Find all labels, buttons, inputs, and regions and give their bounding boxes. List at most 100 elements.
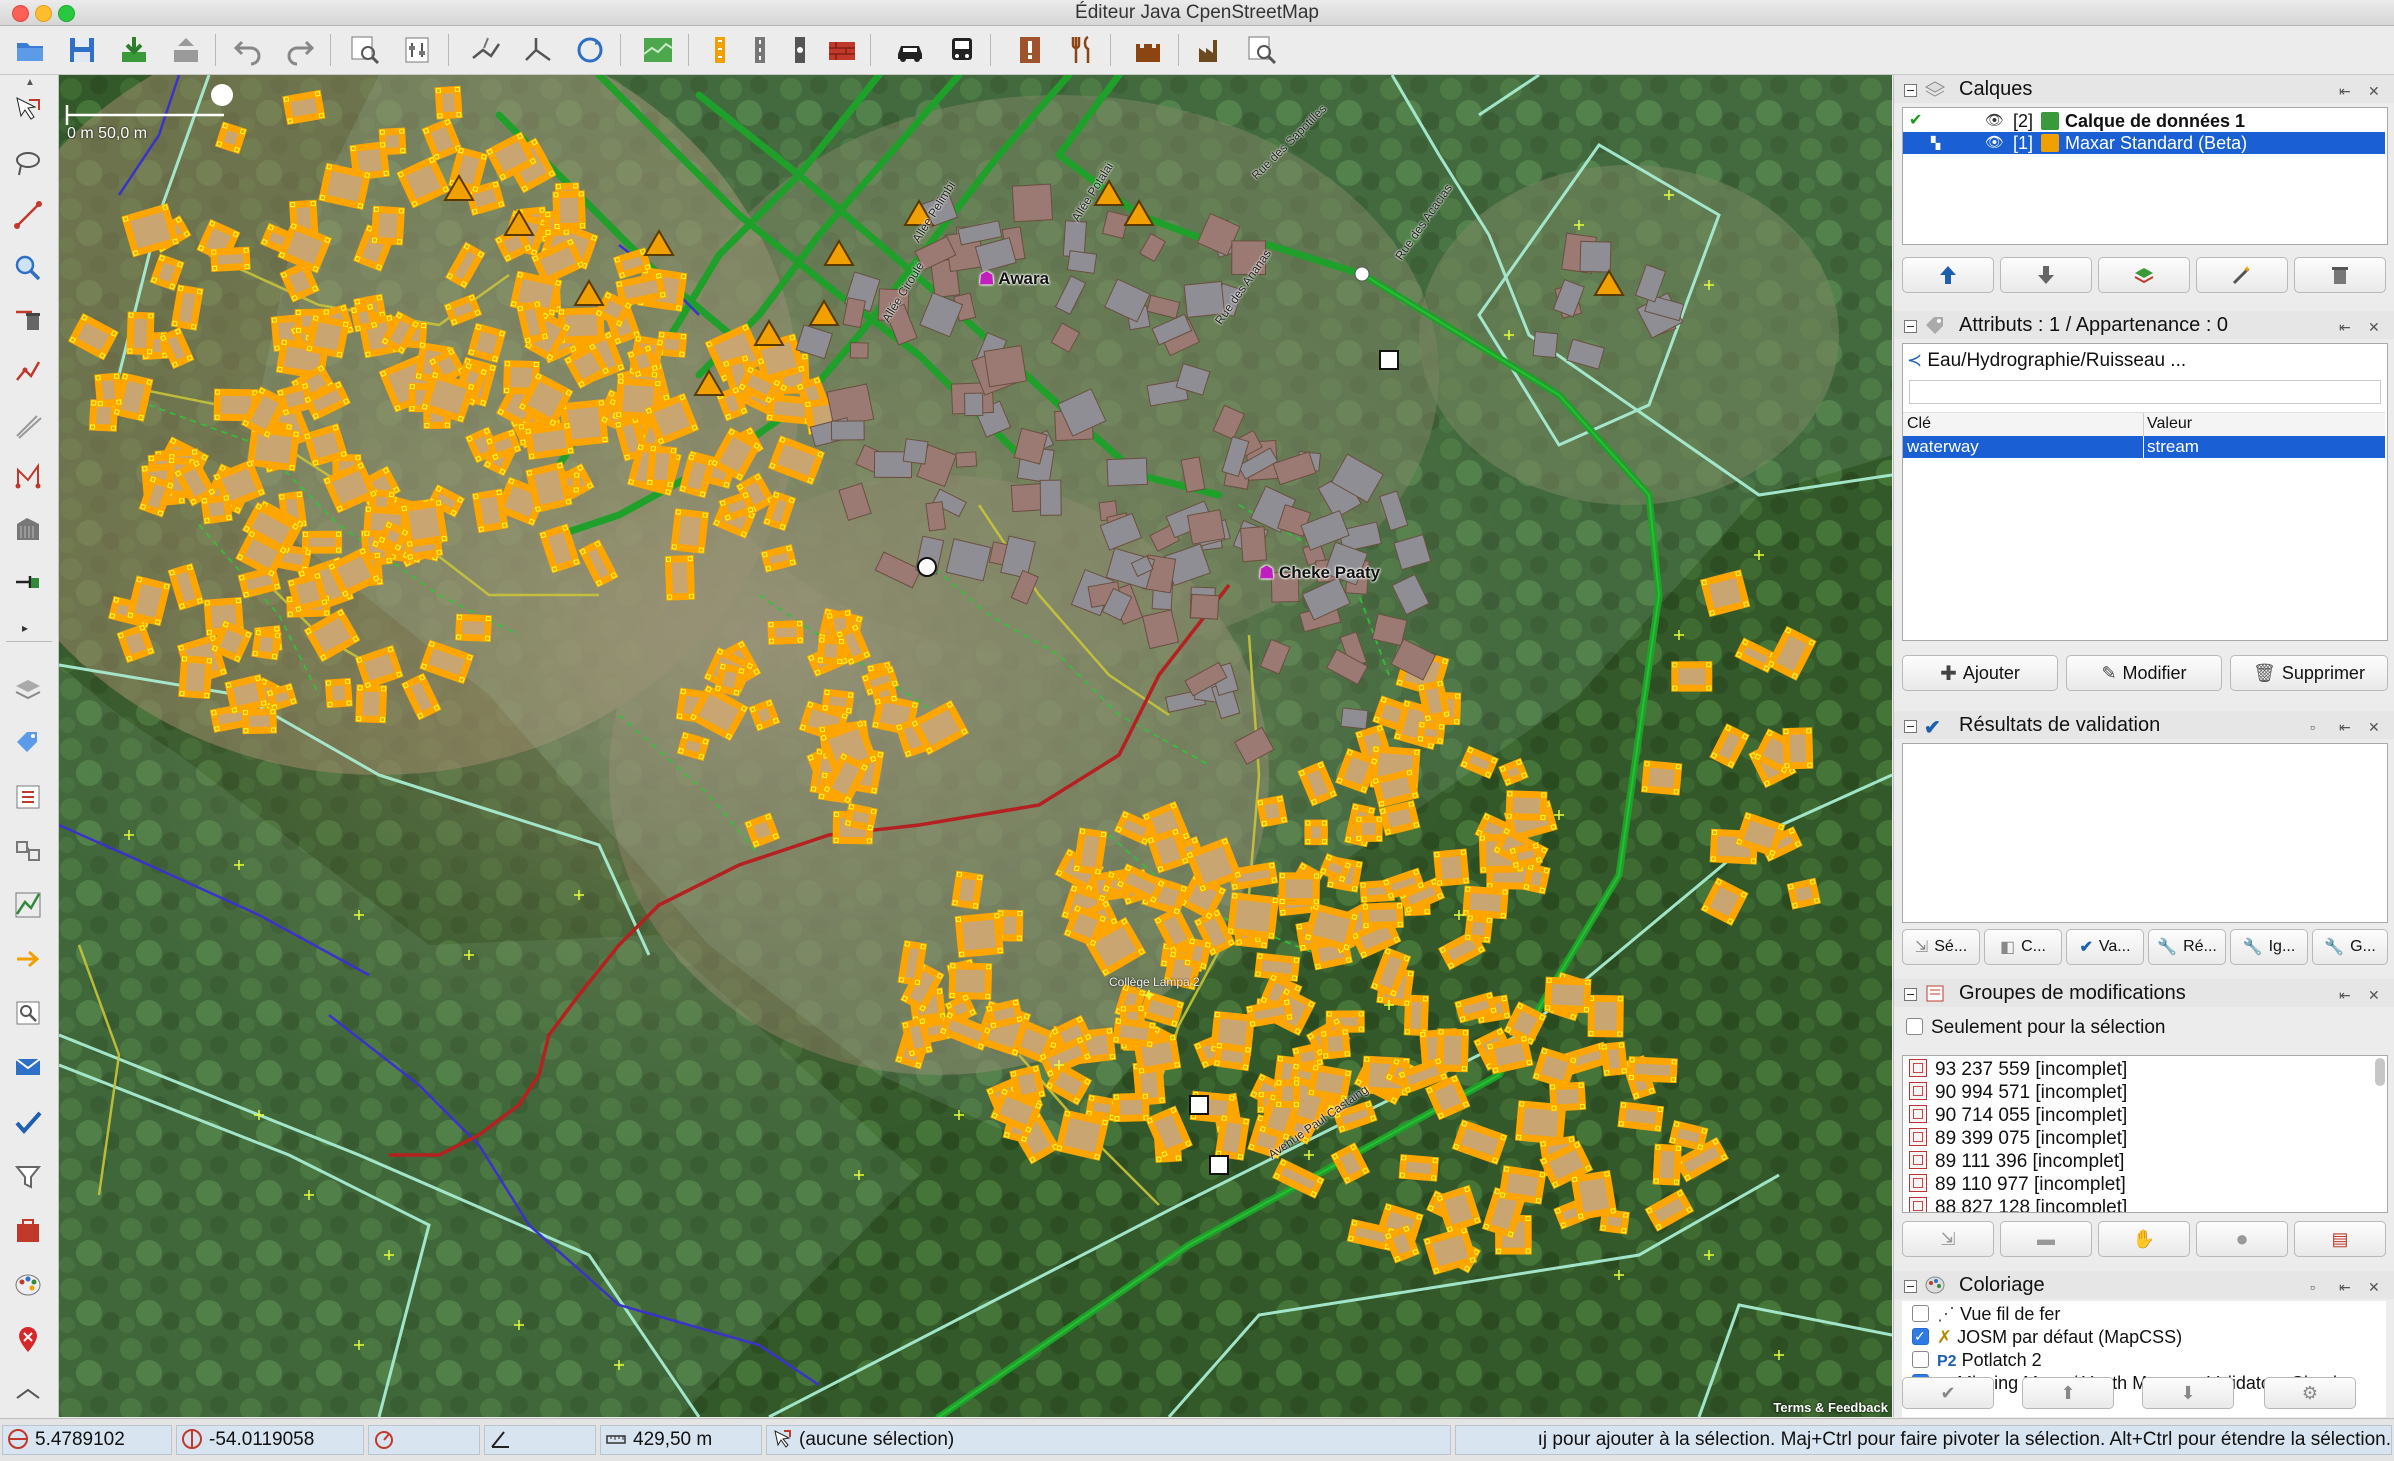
building-footprint[interactable] bbox=[1066, 250, 1098, 274]
pin-icon[interactable]: ⇤ bbox=[2339, 987, 2351, 1004]
combine-way-icon[interactable] bbox=[518, 31, 558, 69]
building-footprint[interactable] bbox=[324, 677, 353, 709]
building-footprint[interactable] bbox=[1600, 1041, 1629, 1077]
building-footprint[interactable] bbox=[1498, 757, 1529, 787]
building-footprint[interactable] bbox=[843, 802, 878, 832]
building-footprint[interactable] bbox=[467, 322, 507, 364]
building-footprint[interactable] bbox=[1532, 1046, 1578, 1090]
collapse-icon[interactable] bbox=[1904, 720, 1917, 733]
building-footprint[interactable] bbox=[1371, 768, 1420, 809]
style-item[interactable]: P2 Potlatch 2 bbox=[1902, 1349, 2042, 1372]
layers-toggle-icon[interactable] bbox=[10, 671, 46, 707]
building-footprint[interactable] bbox=[1548, 1081, 1587, 1112]
download-changeset-button[interactable]: ▬ bbox=[2000, 1221, 2092, 1257]
building-footprint[interactable] bbox=[1641, 760, 1683, 796]
building-footprint[interactable] bbox=[1185, 837, 1243, 893]
preset-wall-icon[interactable] bbox=[822, 31, 862, 69]
validate-button[interactable]: ✔ Va... bbox=[2066, 929, 2144, 965]
building-footprint[interactable] bbox=[1699, 569, 1751, 618]
preset-industrial-icon[interactable] bbox=[1192, 31, 1232, 69]
add-tag-button[interactable]: ✚ Ajouter bbox=[1902, 655, 2058, 691]
redo-icon[interactable] bbox=[280, 31, 320, 69]
zoom-mode-icon[interactable] bbox=[10, 250, 46, 286]
edit-tag-button[interactable]: ✎ Modifier bbox=[2066, 655, 2222, 691]
collapse-icon[interactable] bbox=[1904, 320, 1917, 333]
changeset-info-button[interactable]: ● bbox=[2196, 1221, 2288, 1257]
building-footprint[interactable] bbox=[1112, 1092, 1150, 1123]
building-footprint[interactable] bbox=[241, 708, 278, 735]
window-zoom-button[interactable] bbox=[58, 5, 75, 22]
preset-food-icon[interactable] bbox=[1062, 31, 1102, 69]
building-footprint[interactable] bbox=[1668, 1120, 1709, 1152]
layer-row-selected[interactable]: ▚ 👁 [1] Maxar Standard (Beta) bbox=[1903, 132, 2385, 154]
history-icon[interactable] bbox=[10, 887, 46, 923]
building-footprint[interactable] bbox=[287, 571, 329, 614]
style-settings-button[interactable]: ⚙ bbox=[2264, 1377, 2356, 1409]
building-footprint[interactable] bbox=[170, 284, 204, 331]
building-footprint[interactable] bbox=[1254, 952, 1301, 982]
building-footprint[interactable] bbox=[1226, 892, 1280, 940]
building-footprint[interactable] bbox=[1303, 902, 1359, 952]
window-minimize-button[interactable] bbox=[35, 5, 52, 22]
building-footprint[interactable] bbox=[524, 421, 575, 461]
building-tool-icon[interactable] bbox=[10, 511, 46, 547]
building-footprint[interactable] bbox=[594, 290, 633, 329]
building-footprint[interactable] bbox=[1189, 593, 1220, 620]
changeset-manager-icon[interactable] bbox=[10, 941, 46, 977]
building-footprint[interactable] bbox=[400, 498, 449, 549]
save-icon[interactable] bbox=[62, 31, 102, 69]
notes-icon[interactable] bbox=[10, 1049, 46, 1085]
zoom-button[interactable]: ◧ C... bbox=[1984, 929, 2062, 965]
building-footprint[interactable] bbox=[178, 655, 213, 700]
building-footprint[interactable] bbox=[715, 385, 749, 422]
changeset-manager-button[interactable]: ▤ bbox=[2294, 1221, 2386, 1257]
building-footprint[interactable] bbox=[1652, 1143, 1682, 1186]
pin-icon[interactable]: ⇤ bbox=[2339, 1279, 2351, 1296]
map-paint-icon[interactable] bbox=[10, 1213, 46, 1249]
window-close-button[interactable] bbox=[12, 5, 29, 22]
delete-mode-icon[interactable] bbox=[10, 301, 46, 337]
changeset-item[interactable]: 89 399 075 [incomplet] bbox=[1903, 1127, 2373, 1150]
list-scrollbar[interactable] bbox=[2375, 1058, 2385, 1086]
tag-value[interactable]: stream bbox=[2147, 436, 2199, 458]
building-footprint[interactable] bbox=[760, 544, 797, 573]
delete-layer-button[interactable] bbox=[2294, 257, 2386, 293]
building-footprint[interactable] bbox=[744, 812, 781, 849]
map-canvas[interactable] bbox=[59, 75, 1892, 1417]
upload-icon[interactable] bbox=[166, 31, 206, 69]
building-footprint[interactable] bbox=[902, 438, 929, 465]
building-footprint[interactable] bbox=[996, 909, 1024, 942]
building-footprint[interactable] bbox=[1532, 331, 1559, 359]
building-footprint[interactable] bbox=[1055, 1109, 1110, 1161]
building-footprint[interactable] bbox=[767, 620, 804, 645]
building-footprint[interactable] bbox=[1146, 827, 1190, 874]
improve-way-icon[interactable] bbox=[10, 353, 46, 389]
building-footprint[interactable] bbox=[525, 461, 573, 514]
more-tools-arrow-icon[interactable]: ▸ bbox=[22, 621, 28, 635]
building-footprint[interactable] bbox=[676, 731, 710, 762]
building-footprint[interactable] bbox=[305, 314, 350, 359]
layer-row[interactable]: ✔ 👁 [2] Calque de données 1 bbox=[1903, 110, 2385, 132]
pin-icon[interactable]: ⇤ bbox=[2339, 719, 2351, 736]
validation-icon[interactable] bbox=[10, 1105, 46, 1141]
preset-road-icon[interactable] bbox=[740, 31, 780, 69]
building-footprint[interactable] bbox=[626, 344, 660, 379]
building-footprint[interactable] bbox=[1485, 1034, 1534, 1075]
building-footprint[interactable] bbox=[713, 662, 746, 697]
building-footprint[interactable] bbox=[265, 682, 298, 712]
building-footprint[interactable] bbox=[1214, 1114, 1251, 1161]
building-footprint[interactable] bbox=[455, 613, 492, 642]
building-footprint[interactable] bbox=[1544, 976, 1592, 1014]
building-footprint[interactable] bbox=[301, 530, 343, 554]
building-footprint[interactable] bbox=[1587, 994, 1624, 1038]
building-footprint[interactable] bbox=[1112, 1017, 1157, 1049]
merge-layer-button[interactable] bbox=[2098, 257, 2190, 293]
building-footprint[interactable] bbox=[983, 345, 1028, 388]
building-footprint[interactable] bbox=[748, 698, 781, 732]
relation-list-icon[interactable] bbox=[10, 833, 46, 869]
building-footprint[interactable] bbox=[948, 962, 993, 1000]
validation-results-list[interactable] bbox=[1902, 743, 2388, 923]
building-footprint[interactable] bbox=[897, 940, 928, 987]
building-footprint[interactable] bbox=[247, 425, 300, 472]
building-footprint[interactable] bbox=[816, 636, 846, 666]
